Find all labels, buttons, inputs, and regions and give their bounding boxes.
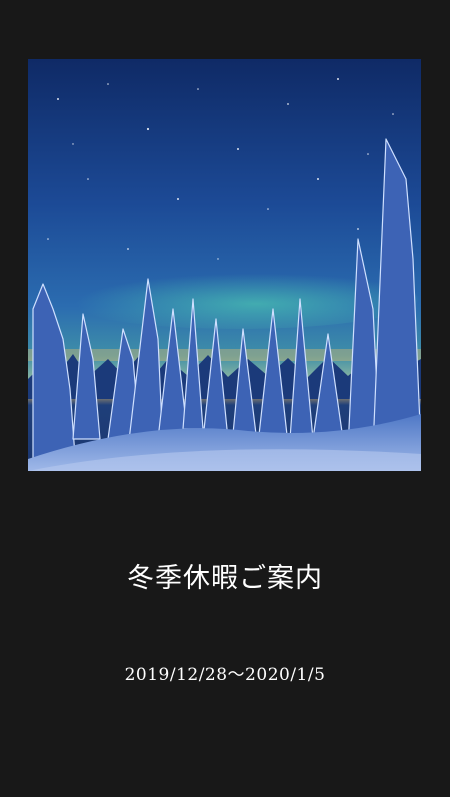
notice-dates: 2019/12/28〜2020/1/5 [124, 665, 326, 685]
notice-title: 冬季休暇ご案内 [127, 563, 323, 594]
hero-image [28, 59, 421, 471]
